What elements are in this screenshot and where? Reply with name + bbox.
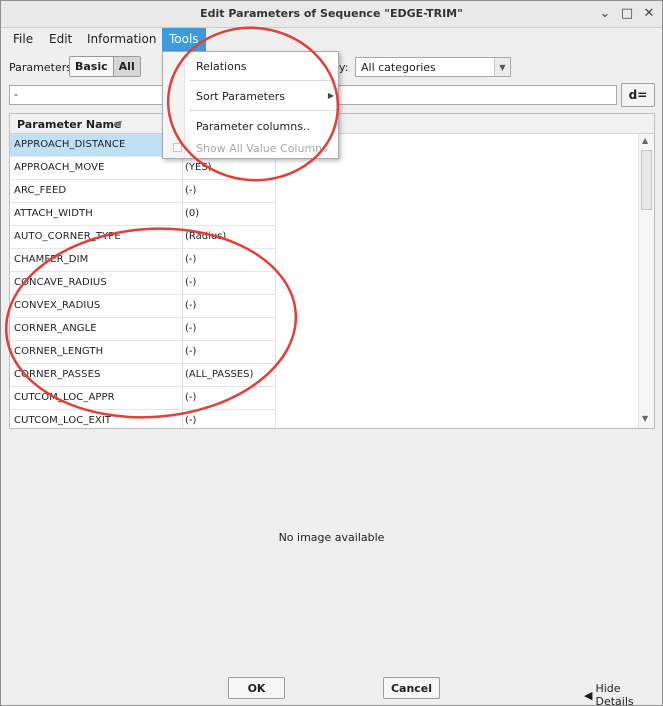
- preview-pane: No image available: [1, 431, 662, 671]
- title-bar: Edit Parameters of Sequence "EDGE-TRIM" …: [1, 1, 662, 28]
- table-row[interactable]: ATTACH_WIDTH (0): [10, 203, 276, 226]
- parameter-value-cell: (-): [185, 392, 197, 403]
- table-row[interactable]: CONVEX_RADIUS (-): [10, 295, 276, 318]
- parameter-value-cell: (-): [185, 277, 197, 288]
- parameters-label: Parameters: [9, 61, 72, 74]
- parameter-name-cell: ARC_FEED: [14, 185, 67, 196]
- tools-dropdown-menu: Relations Sort Parameters ▶ Parameter co…: [162, 51, 339, 159]
- cancel-button[interactable]: Cancel: [383, 677, 440, 699]
- menu-item-parameter-columns[interactable]: Parameter columns..: [196, 120, 310, 133]
- parameter-name-cell: AUTO_CORNER_TYPE: [14, 231, 121, 242]
- parameter-name-cell: CORNER_ANGLE: [14, 323, 97, 334]
- dialog-footer: OK Cancel ◀ Hide Details: [1, 675, 662, 705]
- category-value: All categories: [361, 61, 436, 74]
- parameter-name-cell: CUTCOM_LOC_APPR: [14, 392, 115, 403]
- parameter-name-cell: CHAMFER_DIM: [14, 254, 89, 265]
- parameter-value-cell: (-): [185, 346, 197, 357]
- no-image-message: No image available: [278, 531, 385, 544]
- window-title: Edit Parameters of Sequence "EDGE-TRIM": [200, 7, 463, 20]
- parameter-value-cell: (Radius): [185, 231, 227, 242]
- all-button[interactable]: All: [112, 57, 140, 76]
- table-row[interactable]: APPROACH_MOVE (YES): [10, 157, 276, 180]
- parameter-name-cell: APPROACH_DISTANCE: [10, 134, 182, 156]
- menu-item-sort-parameters[interactable]: Sort Parameters: [196, 90, 285, 103]
- menu-edit[interactable]: Edit: [42, 28, 79, 51]
- column-header-parameter-name[interactable]: Parameter Name: [17, 118, 121, 131]
- window-controls: ⌄ □ ✕: [598, 5, 656, 21]
- arrow-left-icon: ◀: [584, 688, 593, 702]
- menu-information[interactable]: Information: [80, 28, 163, 51]
- basic-all-toggle: Basic All: [69, 56, 141, 77]
- scrollbar-thumb[interactable]: [641, 150, 652, 210]
- parameter-value-cell: (YES): [185, 162, 212, 173]
- parameter-name-cell: CORNER_LENGTH: [14, 346, 104, 357]
- parameter-name-cell: ATTACH_WIDTH: [14, 208, 93, 219]
- menu-separator: [189, 110, 335, 111]
- table-row[interactable]: CONCAVE_RADIUS (-): [10, 272, 276, 295]
- hide-details-label: Hide Details: [595, 682, 634, 706]
- menu-item-relations[interactable]: Relations: [196, 60, 247, 73]
- table-row[interactable]: CORNER_ANGLE (-): [10, 318, 276, 341]
- parameter-table: Parameter Name ▲▼ APPROACH_DISTANCE APPR…: [9, 113, 655, 429]
- parameter-name-cell: CONCAVE_RADIUS: [14, 277, 107, 288]
- parameter-value-cell: (-): [185, 185, 197, 196]
- vertical-scrollbar[interactable]: ▲ ▼: [638, 134, 654, 428]
- submenu-arrow-icon: ▶: [327, 91, 334, 100]
- parameter-value-cell: (0): [185, 208, 200, 219]
- scroll-up-icon[interactable]: ▲: [642, 136, 648, 145]
- parameter-value-cell: (-): [185, 415, 197, 426]
- table-row[interactable]: CHAMFER_DIM (-): [10, 249, 276, 272]
- parameter-name-cell: CUTCOM_LOC_EXIT: [14, 415, 112, 426]
- minimize-icon[interactable]: ⌄: [598, 5, 612, 21]
- checkbox-icon: [173, 143, 182, 152]
- close-icon[interactable]: ✕: [642, 5, 656, 21]
- table-row[interactable]: AUTO_CORNER_TYPE (Radius): [10, 226, 276, 249]
- menu-separator: [189, 80, 335, 81]
- ok-button[interactable]: OK: [228, 677, 285, 699]
- parameter-value-cell: (-): [185, 323, 197, 334]
- parameter-value-cell: (-): [185, 254, 197, 265]
- hide-details-link[interactable]: ◀ Hide Details: [584, 682, 662, 706]
- menu-tools[interactable]: Tools: [162, 28, 206, 51]
- table-row[interactable]: ARC_FEED (-): [10, 180, 276, 203]
- table-row[interactable]: CUTCOM_LOC_APPR (-): [10, 387, 276, 410]
- parameter-name-cell: CONVEX_RADIUS: [14, 300, 101, 311]
- parameter-value-cell: (-): [185, 300, 197, 311]
- sort-icon[interactable]: ▲▼: [113, 120, 122, 127]
- basic-button[interactable]: Basic: [70, 57, 113, 76]
- chevron-down-icon[interactable]: ▼: [494, 58, 510, 76]
- parameter-value-cell: (ALL_PASSES): [185, 369, 254, 380]
- scroll-down-icon[interactable]: ▼: [642, 414, 648, 423]
- menu-file[interactable]: File: [6, 28, 40, 51]
- table-row[interactable]: CUTCOM_LOC_EXIT (-): [10, 410, 276, 428]
- category-select[interactable]: All categories ▼: [355, 57, 511, 77]
- menu-bar: File Edit Information Tools: [1, 28, 662, 51]
- category-label: y:: [339, 61, 349, 74]
- table-row[interactable]: CORNER_PASSES (ALL_PASSES): [10, 364, 276, 387]
- table-row[interactable]: CORNER_LENGTH (-): [10, 341, 276, 364]
- formula-button[interactable]: d=: [621, 83, 655, 107]
- parameter-name-cell: APPROACH_MOVE: [14, 162, 105, 173]
- menu-item-show-all-value-columns: Show All Value Columns: [196, 142, 328, 155]
- maximize-icon[interactable]: □: [620, 5, 634, 21]
- dialog-window: Edit Parameters of Sequence "EDGE-TRIM" …: [0, 0, 663, 706]
- parameter-name-cell: CORNER_PASSES: [14, 369, 101, 380]
